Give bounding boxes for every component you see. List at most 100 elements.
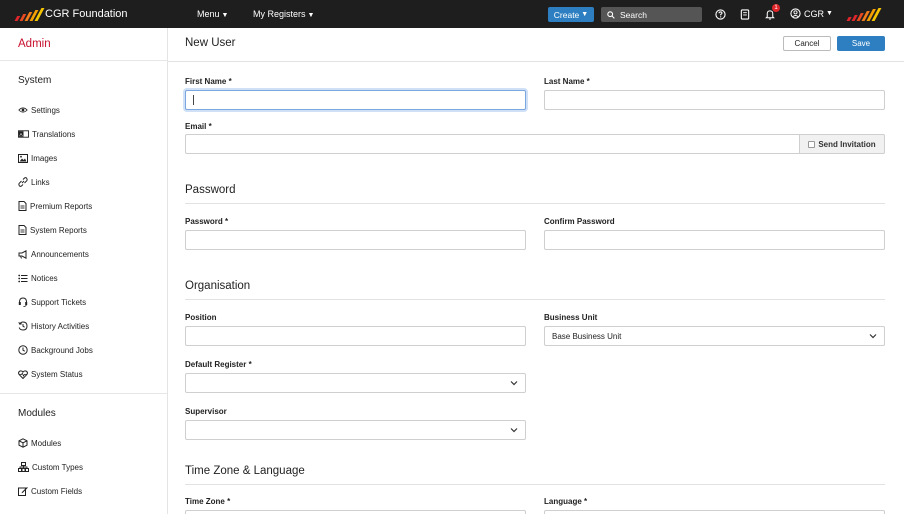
send-invitation-toggle[interactable]: Send Invitation	[799, 134, 885, 154]
sidebar-item-background-jobs[interactable]: Background Jobs	[18, 344, 93, 356]
caret-down-icon: ▼	[307, 12, 315, 19]
language-select[interactable]	[544, 510, 885, 514]
book-icon[interactable]	[739, 8, 751, 20]
edit-icon	[18, 487, 28, 496]
sidebar-item-system-status[interactable]: System Status	[18, 368, 83, 380]
eye-icon	[18, 107, 28, 113]
sidebar-heading-system: System	[18, 75, 52, 86]
caret-down-icon: ▼	[581, 11, 589, 18]
confirm-password-field[interactable]	[544, 230, 885, 250]
email-label: Email *	[185, 122, 212, 131]
admin-sidebar: Admin System Settings A Translations Ima…	[0, 28, 168, 514]
section-divider	[185, 203, 885, 204]
send-invitation-label: Send Invitation	[818, 139, 876, 149]
translate-icon: A	[18, 130, 29, 138]
sidebar-heading-modules: Modules	[18, 408, 56, 419]
sidebar-item-custom-types[interactable]: Custom Types	[18, 461, 83, 473]
sidebar-item-label: History Activities	[31, 321, 90, 331]
default-register-label: Default Register *	[185, 360, 252, 369]
position-field[interactable]	[185, 326, 526, 346]
search-input[interactable]: Search	[601, 7, 702, 22]
section-divider	[185, 484, 885, 485]
headset-icon	[18, 297, 28, 307]
time-zone-select[interactable]	[185, 510, 526, 514]
email-field[interactable]	[185, 134, 800, 154]
user-label: CGR	[804, 8, 824, 19]
last-name-label: Last Name *	[544, 77, 590, 86]
sidebar-item-history-activities[interactable]: History Activities	[18, 320, 89, 332]
notification-bell-icon[interactable]: 1	[764, 4, 780, 20]
sidebar-item-support-tickets[interactable]: Support Tickets	[18, 296, 86, 308]
menu-dropdown[interactable]: Menu ▼	[197, 9, 228, 19]
sidebar-item-notices[interactable]: Notices	[18, 272, 58, 284]
sidebar-item-label: Images	[31, 153, 58, 163]
sidebar-item-label: Links	[31, 177, 50, 187]
first-name-field[interactable]	[185, 90, 526, 110]
sidebar-item-label: Translations	[32, 129, 76, 139]
header-divider	[168, 61, 904, 62]
save-button[interactable]: Save	[837, 36, 885, 51]
chevron-down-icon	[869, 334, 877, 339]
position-label: Position	[185, 313, 217, 322]
brand-title: CGR Foundation	[45, 8, 128, 20]
cancel-button[interactable]: Cancel	[783, 36, 831, 51]
confirm-password-label: Confirm Password	[544, 217, 615, 226]
image-icon	[18, 153, 28, 163]
sidebar-item-label: System Reports	[30, 225, 87, 235]
time-zone-label: Time Zone *	[185, 497, 231, 506]
create-label: Create	[553, 9, 580, 20]
sidebar-item-links[interactable]: Links	[18, 176, 50, 188]
my-registers-dropdown[interactable]: My Registers ▼	[253, 9, 314, 19]
brand-logo-icon	[14, 7, 45, 21]
report-icon	[18, 201, 27, 211]
text-cursor	[193, 95, 194, 105]
history-icon	[18, 321, 28, 331]
my-registers-label: My Registers	[253, 9, 306, 19]
sidebar-item-premium-reports[interactable]: Premium Reports	[18, 200, 92, 212]
sidebar-item-announcements[interactable]: Announcements	[18, 248, 89, 260]
password-label: Password *	[185, 217, 229, 226]
user-menu-dropdown[interactable]: CGR ▼	[790, 8, 833, 19]
sidebar-item-label: System Status	[31, 369, 83, 379]
sidebar-item-modules[interactable]: Modules	[18, 437, 61, 449]
create-button[interactable]: Create ▼	[548, 7, 594, 22]
section-title-password: Password	[185, 184, 236, 196]
sidebar-item-settings[interactable]: Settings	[18, 104, 60, 116]
menu-label: Menu	[197, 9, 220, 19]
brand-home-link[interactable]: CGR Foundation	[14, 7, 128, 21]
language-label: Language *	[544, 497, 588, 506]
business-unit-select[interactable]: Base Business Unit	[544, 326, 885, 346]
sidebar-item-label: Background Jobs	[31, 345, 93, 355]
sidebar-item-label: Modules	[31, 438, 62, 448]
help-icon[interactable]	[714, 8, 726, 20]
divider	[0, 393, 167, 394]
section-title-organisation: Organisation	[185, 280, 251, 292]
cube-icon	[18, 438, 28, 448]
password-field[interactable]	[185, 230, 526, 250]
megaphone-icon	[18, 249, 27, 259]
sidebar-item-images[interactable]: Images	[18, 152, 57, 164]
clock-icon	[18, 345, 28, 355]
list-icon	[18, 274, 28, 282]
search-placeholder: Search	[620, 9, 647, 20]
sidebar-item-label: Custom Fields	[31, 486, 83, 496]
section-divider	[185, 299, 885, 300]
search-icon	[607, 10, 615, 19]
business-unit-value: Base Business Unit	[552, 331, 622, 341]
sidebar-item-custom-fields[interactable]: Custom Fields	[18, 485, 82, 497]
sidebar-item-system-reports[interactable]: System Reports	[18, 224, 87, 236]
send-invitation-checkbox[interactable]	[808, 140, 816, 148]
first-name-label: First Name *	[185, 77, 232, 86]
supervisor-select[interactable]	[185, 420, 526, 440]
sidebar-title: Admin	[18, 38, 51, 50]
top-navbar: CGR Foundation Menu ▼ My Registers ▼ Creat…	[0, 0, 904, 28]
default-register-select[interactable]	[185, 373, 526, 393]
sidebar-item-label: Settings	[31, 105, 60, 115]
org-logo-icon	[846, 8, 882, 21]
divider	[0, 60, 167, 61]
sidebar-item-label: Notices	[31, 273, 58, 283]
sidebar-item-label: Announcements	[31, 249, 89, 259]
sidebar-item-translations[interactable]: A Translations	[18, 128, 75, 140]
caret-down-icon: ▼	[826, 10, 833, 17]
last-name-field[interactable]	[544, 90, 885, 110]
